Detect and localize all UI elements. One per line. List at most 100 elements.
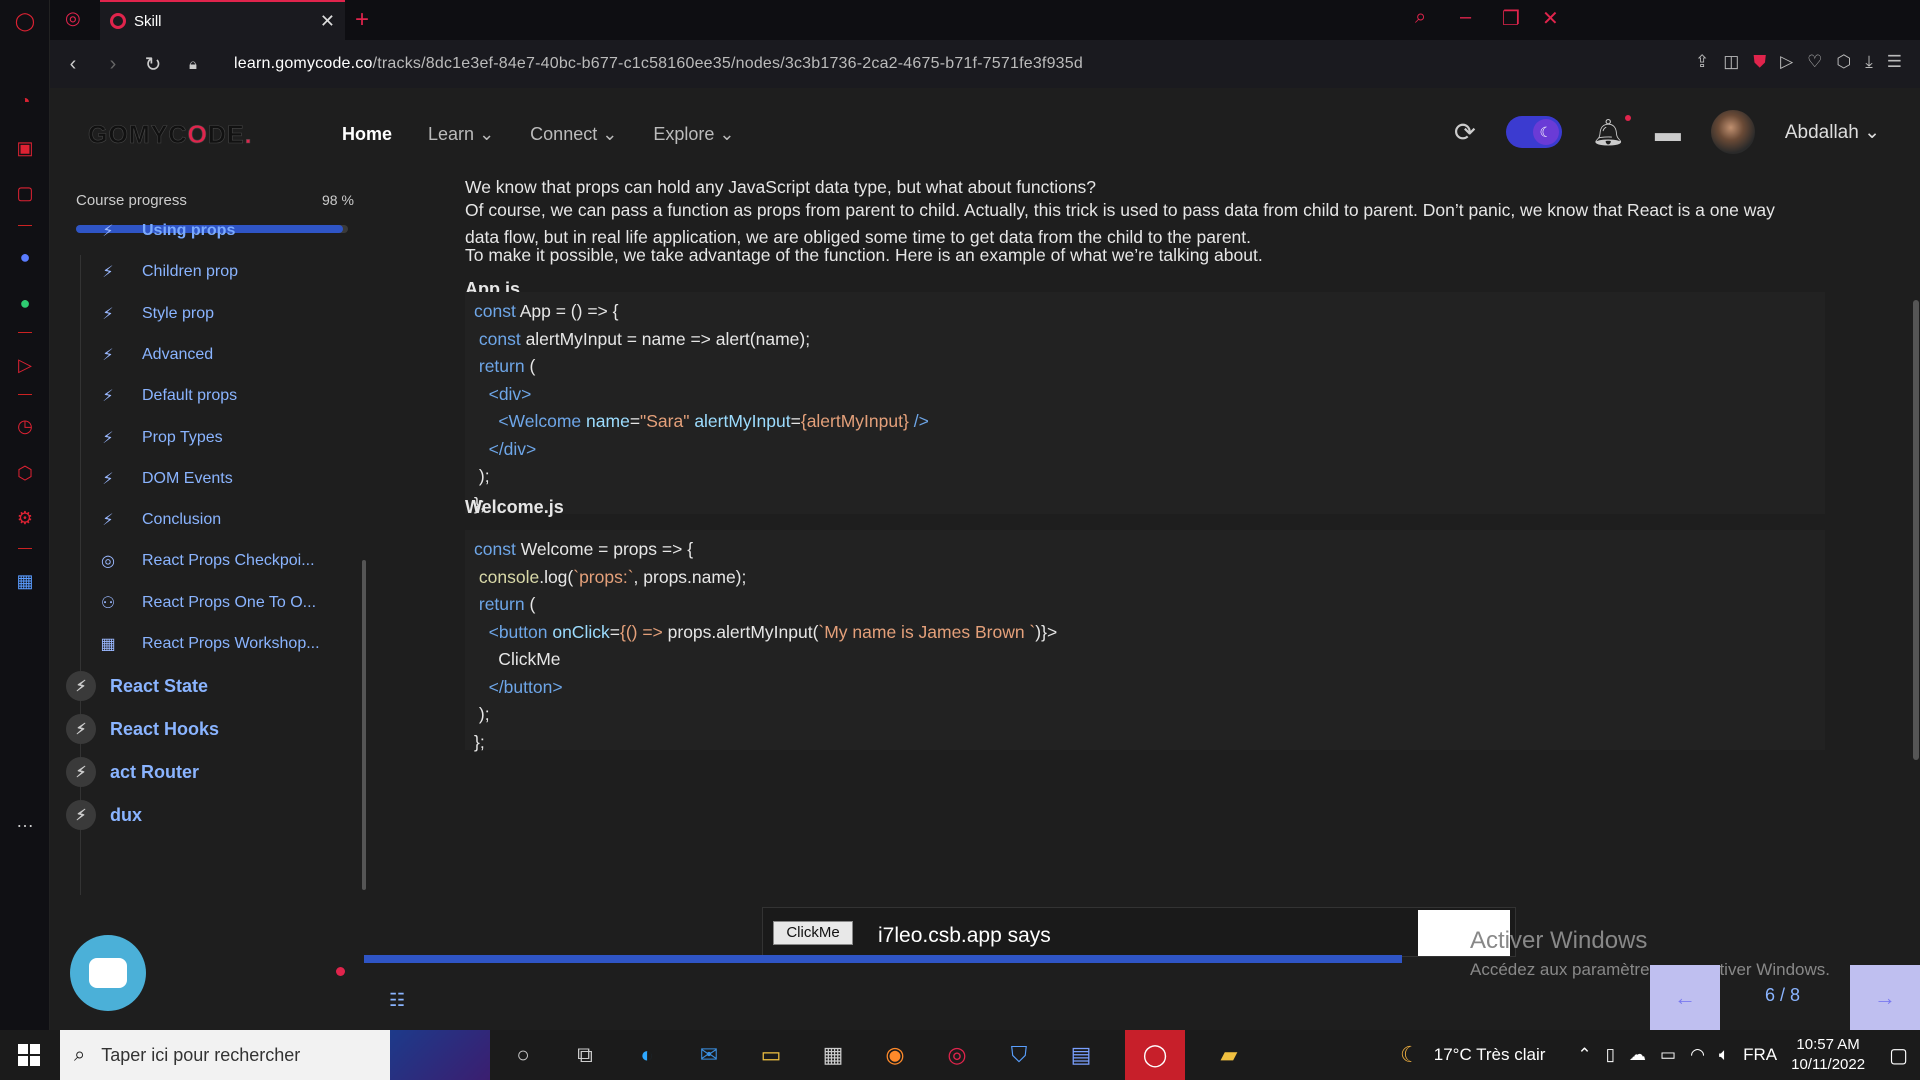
user-menu[interactable]: Abdallah ⌄ [1785, 121, 1880, 144]
restore-icon[interactable]: ❐ [1502, 6, 1520, 31]
sidebar-module-item[interactable]: ⚡︎ act Router [66, 752, 199, 792]
firefox-icon[interactable]: ◉ [877, 1038, 913, 1072]
nav-connect[interactable]: Connect ⌄ [530, 124, 617, 145]
sidebar-lesson-item[interactable]: ▦ React Props Workshop... [98, 624, 319, 664]
back-icon[interactable]: ‹ [56, 53, 90, 76]
sidebar-divider [18, 332, 32, 333]
sync-icon[interactable]: ⟳ [1454, 117, 1476, 148]
edge-icon[interactable]: ◐ [629, 1038, 665, 1072]
opera-icon[interactable]: ◯ [1125, 1030, 1185, 1080]
device-icon[interactable]: ▯ [1606, 1045, 1615, 1065]
sidebar-lesson-item[interactable]: ⚡︎ Prop Types [98, 418, 222, 458]
sidebar-module-item[interactable]: ⚡︎ dux [66, 795, 142, 835]
nav-home[interactable]: Home [342, 124, 392, 145]
sidebar-lesson-item[interactable]: ⚡︎ Default props [98, 376, 237, 416]
bolt-icon: ⚡︎ [102, 264, 114, 282]
heart-icon[interactable]: ♡ [1807, 52, 1822, 72]
workspace-icon[interactable]: ▣ [12, 135, 38, 161]
content-scrollbar[interactable] [1913, 300, 1919, 760]
previous-page-button[interactable]: ← [1650, 965, 1720, 1030]
send-icon[interactable]: ▷ [1780, 52, 1793, 72]
clock[interactable]: 10:57 AM 10/11/2022 [1791, 1035, 1865, 1075]
cube-icon[interactable]: ⬡ [1836, 52, 1851, 72]
battery-icon[interactable]: ▭ [1660, 1045, 1676, 1065]
avatar[interactable] [1710, 110, 1755, 154]
bell-icon[interactable]: 🔔︎ [1592, 114, 1631, 148]
cloud-icon[interactable]: ☁ [1629, 1045, 1646, 1065]
messenger-icon[interactable]: ● [12, 244, 38, 270]
task-view-icon[interactable]: ⧉ [567, 1038, 603, 1072]
player-icon[interactable]: ▷ [12, 352, 38, 378]
settings-icon[interactable]: ⚙ [12, 505, 38, 531]
reload-icon[interactable]: ↻ [136, 52, 170, 77]
nav-explore[interactable]: Explore ⌄ [653, 124, 734, 145]
history-icon[interactable]: ◷ [12, 413, 38, 439]
teams-icon[interactable]: ▤ [1063, 1038, 1099, 1072]
defender-icon[interactable]: ⛉ [1001, 1038, 1037, 1072]
sidebar-module-item[interactable]: ⚡︎ React State [66, 666, 208, 706]
adblock-icon[interactable]: ⛊ [1753, 52, 1766, 72]
speed-dial-icon[interactable]: ◔ [12, 88, 38, 114]
code-line: const Welcome = props => { [474, 539, 694, 559]
nav-learn[interactable]: Learn ⌄ [428, 124, 494, 145]
menu-icon[interactable]: ☰ [1887, 52, 1902, 72]
page-counter: 6 / 8 [1765, 985, 1801, 1005]
twitch-icon[interactable]: ▢ [12, 180, 38, 206]
extensions-icon[interactable]: ⬡ [12, 460, 38, 486]
share-icon[interactable]: ⇪ [1695, 52, 1709, 72]
language-indicator[interactable]: FRA [1743, 1045, 1777, 1065]
volume-icon[interactable]: 🔈︎ [1719, 1045, 1729, 1065]
sidebar-lesson-item[interactable]: ⚡︎ Using props [98, 211, 235, 251]
cortana-icon[interactable]: ○ [505, 1038, 541, 1072]
more-icon[interactable]: … [12, 808, 38, 834]
next-page-button[interactable]: → [1850, 965, 1920, 1030]
opera-logo-icon[interactable]: ◯ [12, 8, 38, 34]
mail-icon[interactable]: ✉ [691, 1038, 727, 1072]
files-icon[interactable]: ▰ [1211, 1038, 1247, 1072]
whatsapp-icon[interactable]: ● [12, 290, 38, 316]
sidebar-lesson-item[interactable]: ◎ React Props Checkpoi... [98, 541, 315, 581]
sidebar-module-item[interactable]: ⚡︎ React Hooks [66, 709, 219, 749]
url-field[interactable]: learn.gomycode.co/tracks/8dc1e3ef-84e7-4… [234, 55, 1083, 73]
chevron-up-icon[interactable]: ⌃ [1577, 1045, 1591, 1065]
camera-icon[interactable]: ◫ [1723, 52, 1739, 72]
code-line: </div> [488, 438, 537, 459]
chat-icon[interactable]: ▬ [1655, 117, 1681, 148]
sidebar-scrollbar[interactable] [362, 560, 366, 890]
sidebar-lesson-item[interactable]: ⚡︎ Advanced [98, 335, 213, 375]
code-line: console.log(`props:`, props.name); [478, 566, 747, 587]
site-header: GOMYCODE. Home Learn ⌄ Connect ⌄ Explore… [50, 88, 1920, 180]
lesson-label: Conclusion [142, 511, 222, 529]
wifi-icon[interactable]: ◠ [1690, 1045, 1705, 1065]
close-window-icon[interactable]: ✕ [1542, 6, 1559, 31]
dark-mode-toggle[interactable]: ☾ [1505, 116, 1562, 148]
notifications-icon[interactable]: ▢ [1889, 1043, 1908, 1068]
sidebar-lesson-item[interactable]: ⚡︎ Style prop [98, 294, 214, 334]
sidebar-lesson-item[interactable]: ⚡︎ Children prop [98, 252, 238, 292]
weather-text[interactable]: 17°C Très clair [1434, 1045, 1546, 1065]
sidebar-lesson-item[interactable]: ⚡︎ Conclusion [98, 500, 221, 540]
file-explorer-icon[interactable]: ▭ [753, 1038, 789, 1072]
opera-gx-icon[interactable]: ◎ [939, 1038, 975, 1072]
support-chat-button[interactable] [70, 935, 146, 1011]
course-sidebar: Course progress 98 % ⚡︎ Using props ⚡︎ Chil… [50, 180, 368, 1030]
minimize-icon[interactable]: – [1460, 6, 1471, 29]
store-icon[interactable]: ▦ [815, 1038, 851, 1072]
clickme-button[interactable]: ClickMe [773, 921, 853, 945]
gx-icon[interactable]: ◎ [65, 8, 81, 29]
start-button[interactable] [18, 1044, 40, 1066]
sidebar-lesson-item[interactable]: ⚇ React Props One To O... [98, 583, 316, 623]
close-tab-icon[interactable]: ✕ [320, 11, 335, 32]
forward-icon[interactable]: › [96, 53, 130, 76]
search-tabs-icon[interactable]: ⌕ [1415, 6, 1426, 29]
notification-dot [1624, 114, 1631, 121]
new-tab-icon[interactable]: + [355, 6, 369, 34]
gomycode-logo[interactable]: GOMYCODE. [88, 121, 253, 150]
chat-bubble-icon [89, 958, 127, 988]
taskbar-search[interactable]: ⌕ Taper ici pour rechercher [60, 1030, 490, 1080]
sidebar-lesson-item[interactable]: ⚡︎ DOM Events [98, 459, 232, 499]
outline-list-icon[interactable]: ☷ [389, 990, 405, 1011]
translate-icon[interactable]: ▦ [12, 568, 38, 594]
tab-skill[interactable]: Skill ✕ [100, 0, 345, 40]
download-icon[interactable]: ⤓ [1865, 52, 1873, 72]
